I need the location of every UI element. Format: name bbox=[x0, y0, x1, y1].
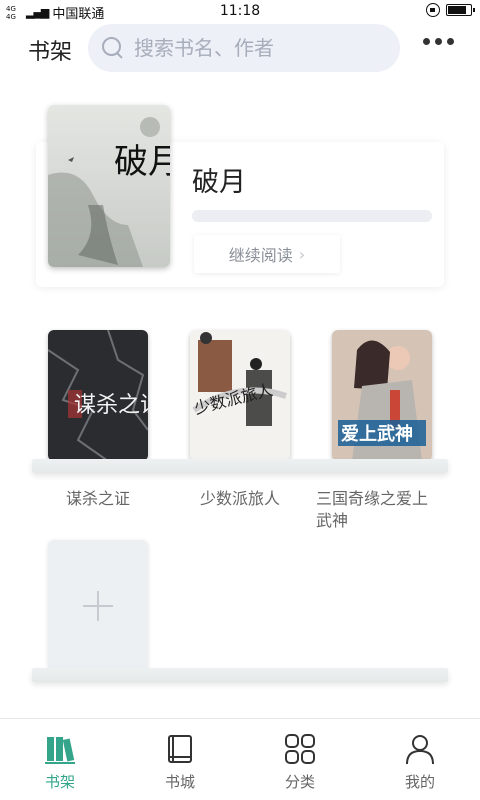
cover-title-text: 谋杀之证 bbox=[74, 393, 148, 418]
search-icon bbox=[102, 37, 124, 59]
book-title-2: 少数派旅人 bbox=[199, 489, 280, 508]
nav-item-categories[interactable]: 分类 bbox=[240, 719, 360, 800]
page-title: 书架 bbox=[28, 40, 73, 65]
current-book-cover[interactable]: 破月 bbox=[48, 105, 170, 267]
nav-item-profile[interactable]: 我的 bbox=[360, 719, 480, 800]
add-book-button[interactable] bbox=[48, 540, 148, 671]
user-icon bbox=[404, 733, 436, 765]
header: 书架 bbox=[0, 24, 480, 72]
current-book-title: 破月 bbox=[192, 167, 246, 198]
book-title-1: 谋杀之证 bbox=[65, 489, 130, 508]
grid-icon bbox=[284, 733, 316, 765]
search-bar[interactable] bbox=[88, 24, 400, 72]
book-cover-2[interactable]: 少数派旅人 bbox=[190, 330, 290, 461]
book-icon bbox=[164, 733, 196, 765]
nav-label-categories: 分类 bbox=[284, 773, 315, 791]
nav-label-bookshelf: 书架 bbox=[44, 773, 75, 791]
nav-label-bookstore: 书城 bbox=[164, 773, 195, 791]
clock: 11:18 bbox=[219, 3, 261, 19]
continue-reading-label: 继续阅读 bbox=[228, 246, 293, 265]
nav-item-bookstore[interactable]: 书城 bbox=[120, 719, 240, 800]
continue-reading-button[interactable]: 继续阅读 › bbox=[194, 235, 340, 273]
battery-icon bbox=[446, 4, 475, 16]
nav-item-bookshelf[interactable]: 书架 bbox=[0, 719, 120, 800]
status-bar: 4G 4G ▂▄▆ 中国联通 11:18 bbox=[0, 0, 480, 24]
reading-progress-bar bbox=[192, 210, 432, 222]
bookshelf-row-2 bbox=[32, 668, 448, 682]
book-cover-1[interactable]: 谋杀之证 bbox=[48, 330, 148, 461]
book-title-3: 三国奇缘之爱上武神 bbox=[316, 489, 429, 530]
bottom-navigation: 书架 书城 分类 我的 bbox=[0, 718, 480, 800]
bookshelf-icon bbox=[44, 733, 76, 765]
chevron-right-icon: › bbox=[298, 244, 306, 264]
cover-title-text: 破月 bbox=[114, 142, 170, 182]
more-options-icon[interactable] bbox=[423, 38, 454, 45]
bookshelf-row-1 bbox=[32, 459, 448, 473]
search-input[interactable] bbox=[134, 36, 384, 60]
rotation-lock-icon bbox=[426, 3, 440, 17]
nav-label-profile: 我的 bbox=[404, 773, 435, 791]
cover-title-text: 爱上武神 bbox=[341, 423, 413, 445]
book-cover-3[interactable]: 爱上武神 bbox=[332, 330, 432, 461]
plus-icon bbox=[83, 590, 113, 621]
